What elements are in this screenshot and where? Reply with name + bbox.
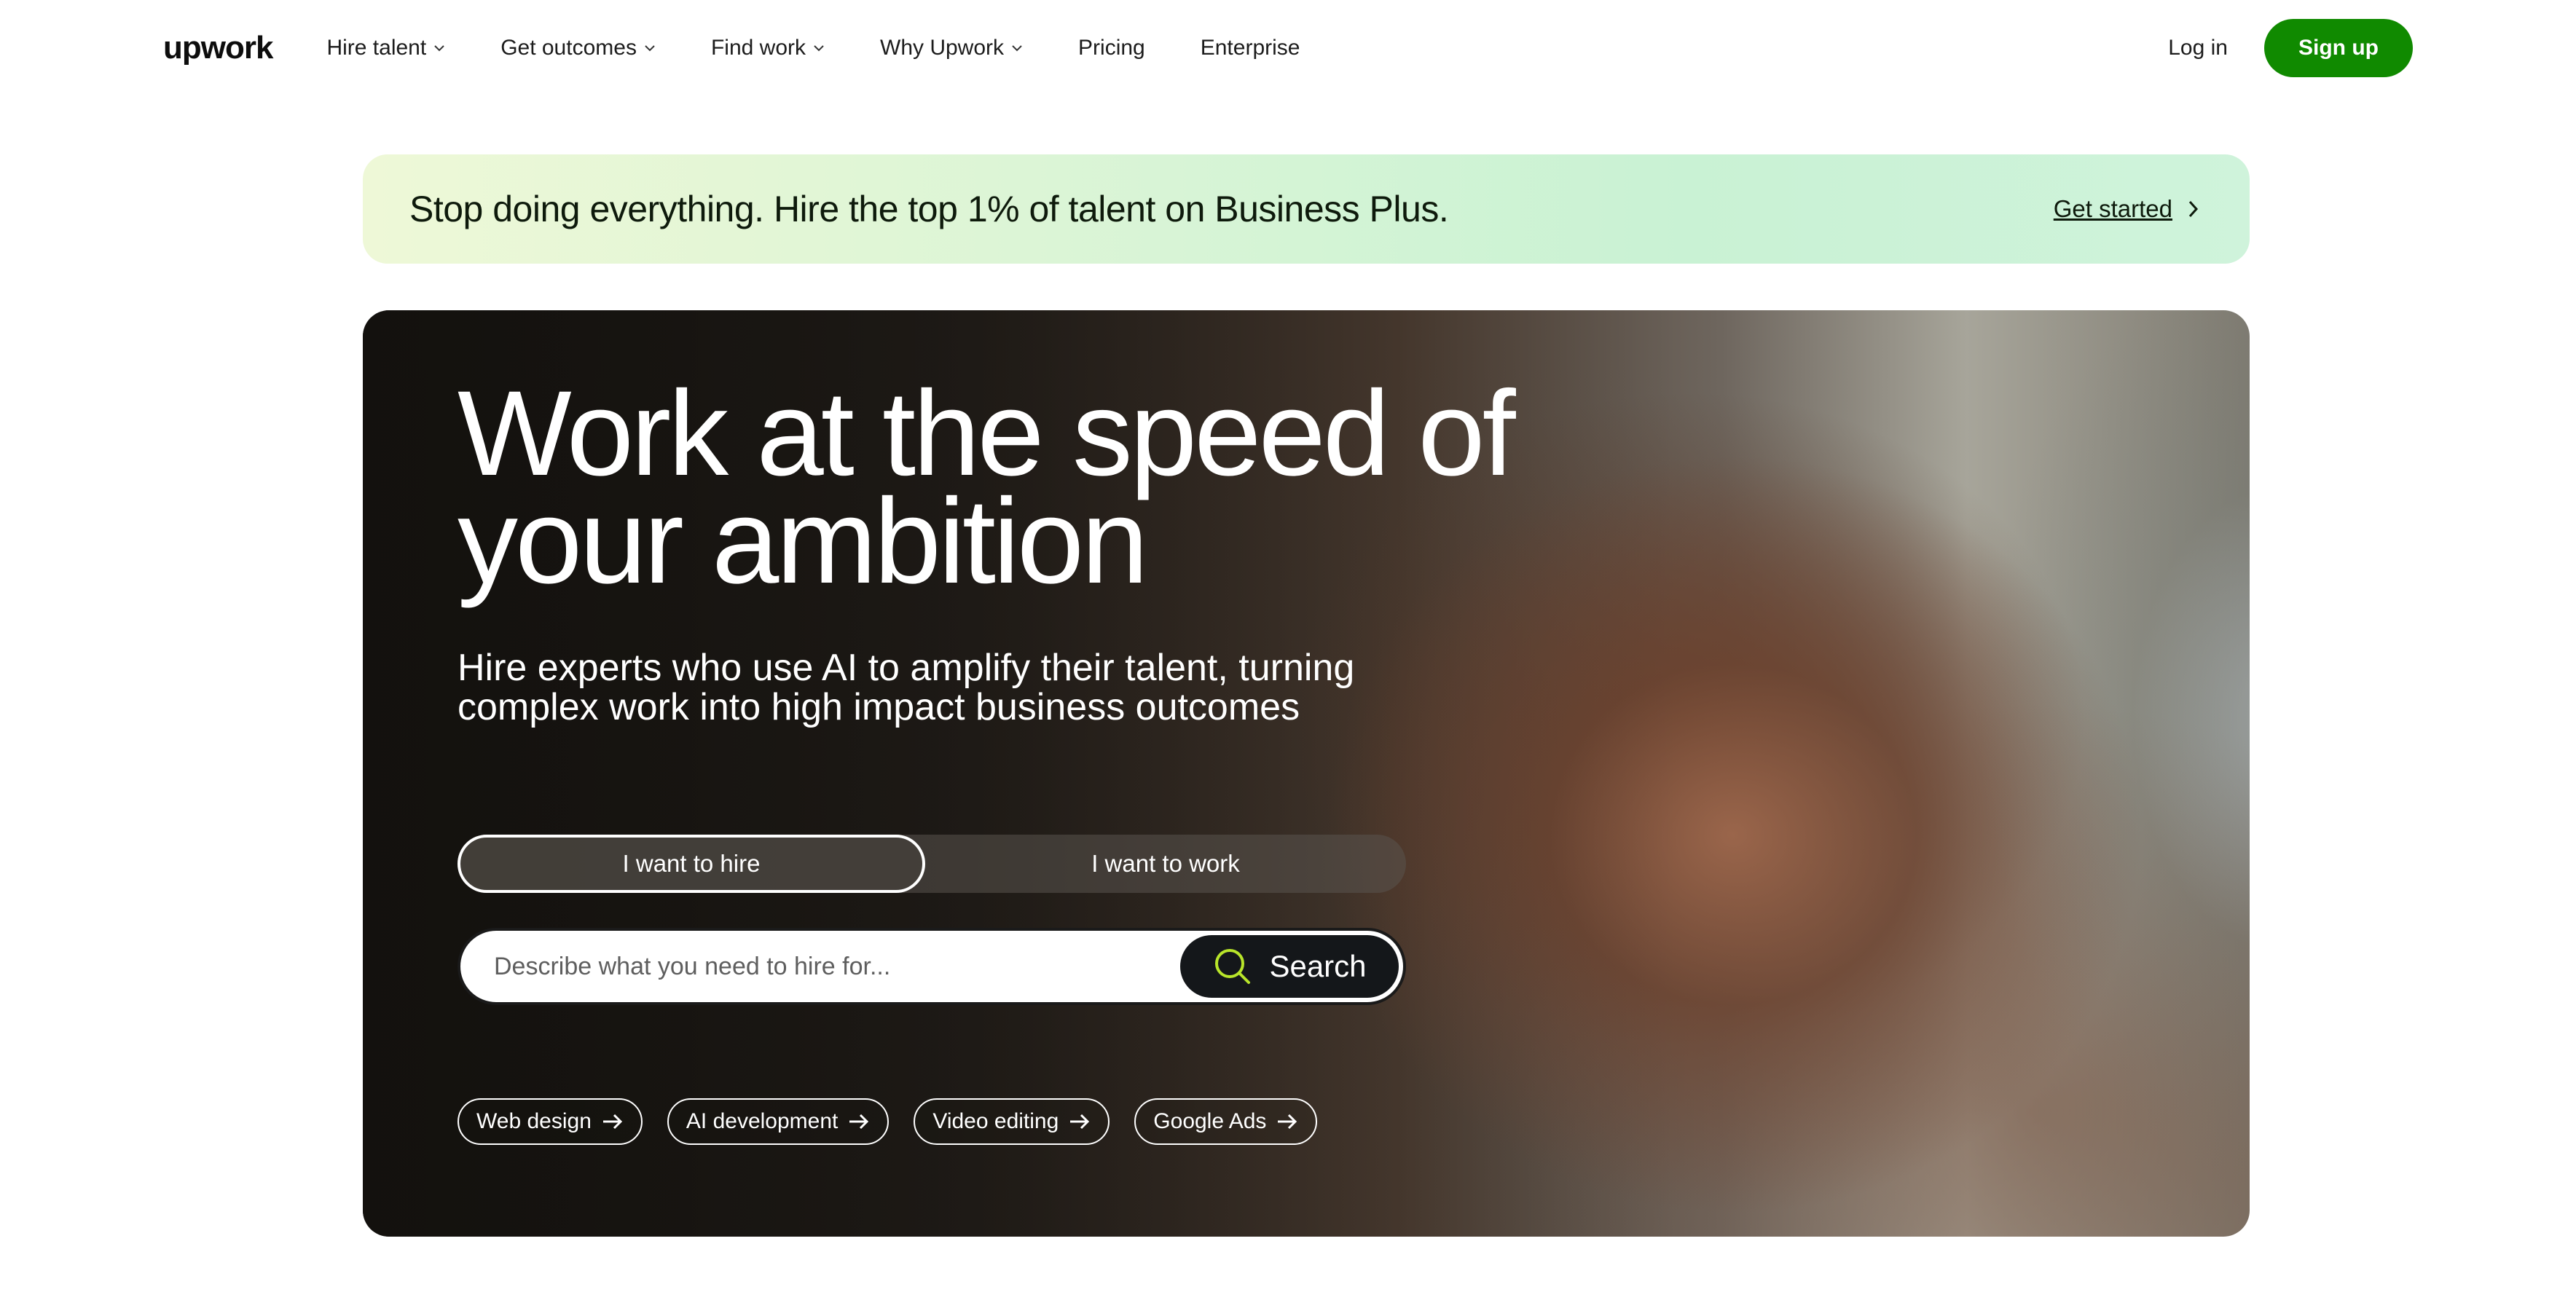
search-button-label: Search [1269, 949, 1367, 983]
promo-banner: Stop doing everything. Hire the top 1% o… [363, 154, 2250, 264]
search-bar: Search [458, 928, 1406, 1005]
nav-menu: Hire talent Get outcomes Find work Why U… [326, 36, 1355, 60]
chevron-right-icon [2188, 200, 2199, 218]
search-button[interactable]: Search [1180, 935, 1399, 998]
login-link[interactable]: Log in [2168, 36, 2228, 60]
hero-section: Work at the speed of your ambition Hire … [363, 310, 2250, 1237]
arrow-right-icon [602, 1114, 623, 1130]
chevron-down-icon [645, 45, 655, 52]
nav-actions: Log in Sign up [2168, 19, 2413, 77]
nav-item-label: Hire talent [326, 36, 427, 60]
nav-item-find-work[interactable]: Find work [711, 36, 825, 60]
arrow-right-icon [1278, 1114, 1297, 1130]
chevron-down-icon [814, 45, 824, 52]
chevron-down-icon [434, 45, 444, 52]
nav-item-hire-talent[interactable]: Hire talent [326, 36, 445, 60]
chip-ai-development[interactable]: AI development [667, 1098, 890, 1145]
hero-subhead: Hire experts who use AI to amplify their… [458, 647, 1355, 728]
nav-item-label: Why Upwork [880, 36, 1005, 60]
search-icon [1215, 949, 1251, 984]
nav-item-enterprise[interactable]: Enterprise [1201, 36, 1300, 60]
toggle-hire[interactable]: I want to hire [458, 835, 925, 893]
logo-text: upwork [163, 30, 273, 66]
chip-label: Web design [476, 1109, 592, 1133]
chip-video-editing[interactable]: Video editing [914, 1098, 1110, 1145]
nav-item-label: Pricing [1078, 36, 1145, 60]
chip-label: Google Ads [1153, 1109, 1267, 1133]
get-started-label: Get started [2053, 195, 2172, 222]
upwork-logo[interactable]: upwork [163, 26, 273, 70]
nav-item-why-upwork[interactable]: Why Upwork [880, 36, 1023, 60]
get-started-link[interactable]: Get started [2054, 195, 2199, 223]
arrow-right-icon [849, 1114, 869, 1130]
hire-work-toggle: I want to hire I want to work [458, 835, 1406, 893]
chip-web-design[interactable]: Web design [458, 1098, 643, 1145]
chip-label: Video editing [932, 1109, 1059, 1133]
promo-text: Stop doing everything. Hire the top 1% o… [409, 189, 1449, 229]
suggestion-chips: Web design AI development Video editing … [458, 1098, 1342, 1145]
arrow-right-icon [1070, 1114, 1090, 1130]
nav-item-label: Enterprise [1200, 36, 1300, 60]
nav-item-label: Get outcomes [500, 36, 637, 60]
signup-button[interactable]: Sign up [2264, 19, 2413, 77]
hero-headline: Work at the speed of your ambition [458, 366, 1516, 609]
top-navigation: upwork Hire talent Get outcomes Find wor… [0, 0, 2576, 96]
chip-google-ads[interactable]: Google Ads [1134, 1098, 1318, 1145]
search-input[interactable] [460, 931, 1180, 1002]
chip-label: AI development [686, 1109, 839, 1133]
nav-item-get-outcomes[interactable]: Get outcomes [500, 36, 656, 60]
chevron-down-icon [1012, 45, 1022, 52]
nav-item-label: Find work [710, 36, 806, 60]
toggle-work[interactable]: I want to work [925, 835, 1406, 893]
nav-item-pricing[interactable]: Pricing [1078, 36, 1145, 60]
